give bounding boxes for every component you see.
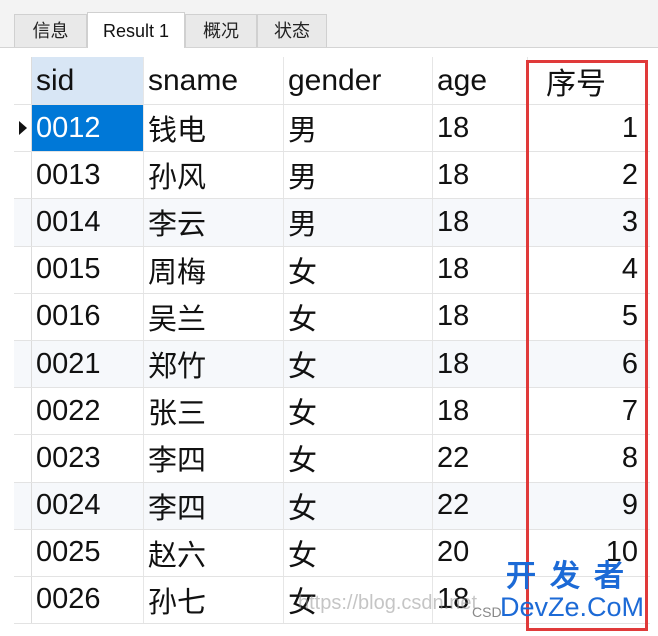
row-marker[interactable] xyxy=(14,246,32,293)
column-header-age[interactable]: age xyxy=(433,57,528,104)
cell-age[interactable]: 18 xyxy=(433,246,528,293)
row-marker[interactable] xyxy=(14,482,32,529)
table-row[interactable]: 0014 李云 男 18 3 xyxy=(14,199,650,247)
tab-result-1[interactable]: Result 1 xyxy=(87,12,185,48)
cell-age[interactable]: 18 xyxy=(433,199,528,246)
logo-chinese-text: 开发者 xyxy=(506,560,638,593)
row-marker[interactable] xyxy=(14,435,32,482)
cell-sid[interactable]: 0016 xyxy=(32,293,144,340)
cell-seq[interactable]: 4 xyxy=(528,247,650,293)
cell-gender[interactable]: 女 xyxy=(284,435,433,482)
cell-sid[interactable]: 0015 xyxy=(32,246,144,293)
cell-sid[interactable]: 0026 xyxy=(32,576,144,624)
cell-sname[interactable]: 李云 xyxy=(144,199,284,246)
table-row[interactable]: 0022 张三 女 18 7 xyxy=(14,388,650,436)
cell-age[interactable]: 22 xyxy=(433,482,528,529)
cell-seq[interactable]: 3 xyxy=(528,199,650,245)
row-marker[interactable] xyxy=(14,529,32,576)
result-grid: sid sname gender age 序号 0012 钱电 男 18 1 0… xyxy=(14,57,650,625)
result-tab-bar: 信息 Result 1 概况 状态 xyxy=(0,0,658,48)
cell-seq[interactable]: 8 xyxy=(528,435,650,481)
cell-gender[interactable]: 男 xyxy=(284,105,433,152)
cell-sid[interactable]: 0021 xyxy=(32,340,144,388)
table-row[interactable]: 0015 周梅 女 18 4 xyxy=(14,246,650,294)
cell-seq[interactable]: 1 xyxy=(528,105,650,151)
row-marker[interactable] xyxy=(14,340,32,388)
cell-sid[interactable]: 0022 xyxy=(32,388,144,435)
cell-sname[interactable]: 李四 xyxy=(144,435,284,482)
table-row[interactable]: 0013 孙风 男 18 2 xyxy=(14,152,650,200)
cell-sname[interactable]: 李四 xyxy=(144,482,284,529)
cell-seq[interactable]: 2 xyxy=(528,152,650,198)
cell-sid[interactable]: 0025 xyxy=(32,529,144,576)
cell-gender[interactable]: 男 xyxy=(284,199,433,246)
row-marker[interactable] xyxy=(14,152,32,199)
cell-age[interactable]: 18 xyxy=(433,293,528,340)
table-row[interactable]: 0021 郑竹 女 18 6 xyxy=(14,340,650,389)
table-row[interactable]: 0024 李四 女 22 9 xyxy=(14,482,650,530)
cell-sid[interactable]: 0023 xyxy=(32,435,144,482)
table-row[interactable]: 0016 吴兰 女 18 5 xyxy=(14,293,650,341)
cell-sname[interactable]: 赵六 xyxy=(144,529,284,576)
column-header-sid[interactable]: sid xyxy=(32,57,144,104)
cell-gender[interactable]: 女 xyxy=(284,529,433,576)
current-row-arrow-icon xyxy=(18,121,27,136)
cell-age[interactable]: 18 xyxy=(433,388,528,435)
logo-english-text: DevZe.CoM xyxy=(499,592,645,622)
cell-seq[interactable]: 5 xyxy=(528,294,650,340)
cell-gender[interactable]: 女 xyxy=(284,246,433,293)
cell-sid[interactable]: 0013 xyxy=(32,152,144,199)
column-header-sname[interactable]: sname xyxy=(144,57,284,104)
cell-seq[interactable]: 9 xyxy=(528,483,650,529)
tab-status[interactable]: 状态 xyxy=(257,14,327,47)
grid-header-row: sid sname gender age 序号 xyxy=(14,57,650,105)
cell-seq[interactable]: 6 xyxy=(528,341,650,387)
devze-logo-watermark: 开发者 DevZe.CoM xyxy=(490,562,654,621)
tab-info[interactable]: 信息 xyxy=(14,14,87,47)
cell-gender[interactable]: 女 xyxy=(284,388,433,435)
cell-age[interactable]: 18 xyxy=(433,152,528,199)
cell-gender[interactable]: 女 xyxy=(284,293,433,340)
column-header-gender[interactable]: gender xyxy=(284,57,433,104)
cell-sname[interactable]: 郑竹 xyxy=(144,340,284,388)
cell-sname[interactable]: 孙风 xyxy=(144,152,284,199)
cell-gender[interactable]: 女 xyxy=(284,340,433,388)
column-header-seq[interactable]: 序号 xyxy=(528,57,650,104)
row-marker[interactable] xyxy=(14,576,32,624)
cell-seq[interactable]: 7 xyxy=(528,388,650,434)
blog-url-watermark: https://blog.csdn.net xyxy=(298,592,478,614)
cell-sid[interactable]: 0024 xyxy=(32,482,144,529)
cell-sname[interactable]: 钱电 xyxy=(144,105,284,152)
row-marker[interactable] xyxy=(14,199,32,246)
row-marker[interactable] xyxy=(14,105,32,152)
cell-age[interactable]: 18 xyxy=(433,105,528,152)
cell-sid[interactable]: 0012 xyxy=(32,105,144,152)
tab-overview[interactable]: 概况 xyxy=(185,14,257,47)
cell-gender[interactable]: 男 xyxy=(284,152,433,199)
cell-sname[interactable]: 张三 xyxy=(144,388,284,435)
row-marker[interactable] xyxy=(14,388,32,435)
cell-gender[interactable]: 女 xyxy=(284,482,433,529)
cell-sname[interactable]: 周梅 xyxy=(144,246,284,293)
row-marker[interactable] xyxy=(14,293,32,340)
cell-sname[interactable]: 孙七 xyxy=(144,576,284,624)
cell-sname[interactable]: 吴兰 xyxy=(144,293,284,340)
cell-age[interactable]: 18 xyxy=(433,340,528,388)
cell-sid[interactable]: 0014 xyxy=(32,199,144,246)
table-row[interactable]: 0023 李四 女 22 8 xyxy=(14,435,650,483)
cell-age[interactable]: 22 xyxy=(433,435,528,482)
table-row[interactable]: 0012 钱电 男 18 1 xyxy=(14,105,650,153)
row-marker-header xyxy=(14,57,32,104)
